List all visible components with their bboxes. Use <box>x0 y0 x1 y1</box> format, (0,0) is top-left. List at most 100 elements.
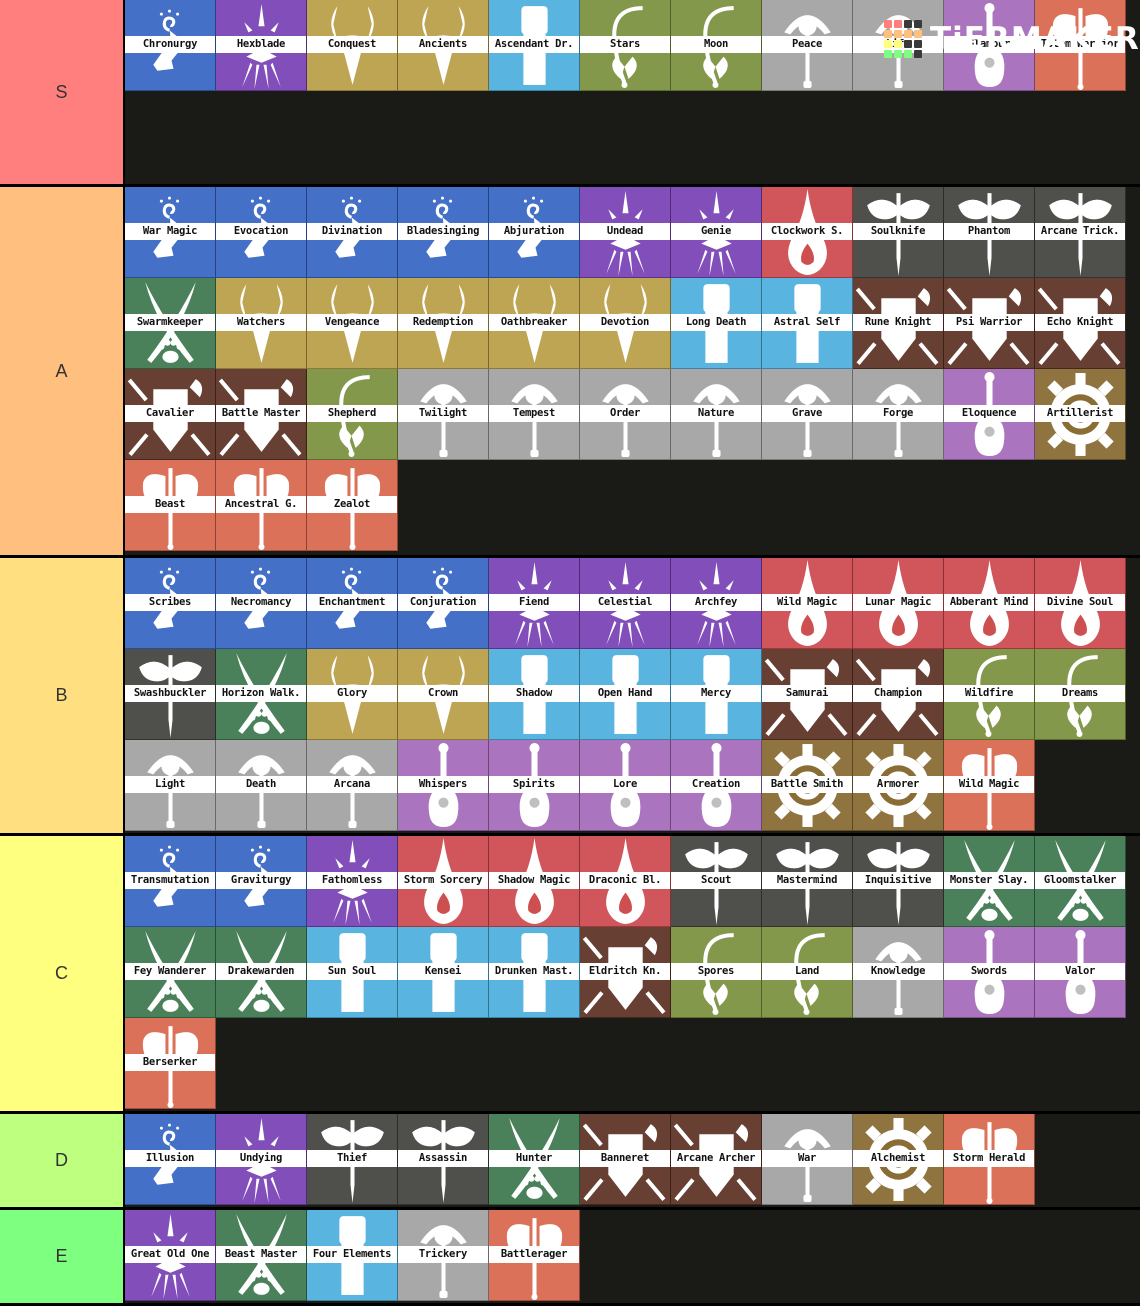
tier-item[interactable]: Nature <box>671 369 762 460</box>
tier-items[interactable]: Scribes Necromancy Enchantment Conjuration F… <box>125 558 1138 833</box>
tier-item[interactable]: Evocation <box>216 187 307 278</box>
tier-items[interactable]: Transmutation Graviturgy Fathomless Storm S… <box>125 836 1138 1111</box>
tier-item[interactable]: Battle Smith <box>762 740 853 831</box>
tier-item[interactable]: Bladesinging <box>398 187 489 278</box>
tier-item[interactable]: Drakewarden <box>216 927 307 1018</box>
tier-item[interactable]: Illusion <box>125 1114 216 1205</box>
tier-item[interactable]: Eldritch Kn. <box>580 927 671 1018</box>
tier-item[interactable]: Death <box>216 740 307 831</box>
tier-item[interactable]: Thief <box>307 1114 398 1205</box>
tier-item[interactable]: Swords <box>944 927 1035 1018</box>
tier-item[interactable]: Drunken Mast. <box>489 927 580 1018</box>
tier-item[interactable]: Redemption <box>398 278 489 369</box>
tier-item[interactable]: Open Hand <box>580 649 671 740</box>
tier-item[interactable]: Devotion <box>580 278 671 369</box>
tier-item[interactable]: Abjuration <box>489 187 580 278</box>
tier-item[interactable]: Hexblade <box>216 0 307 91</box>
tier-item[interactable]: Arcana <box>307 740 398 831</box>
tier-item[interactable]: Echo Knight <box>1035 278 1126 369</box>
tier-item[interactable]: Trickery <box>398 1210 489 1301</box>
tier-items[interactable]: War Magic Evocation Divination Bladesinging… <box>125 187 1138 555</box>
tier-item[interactable]: Zealot <box>307 460 398 551</box>
tier-item[interactable]: Soulknife <box>853 187 944 278</box>
tier-item[interactable]: Artillerist <box>1035 369 1126 460</box>
tier-item[interactable]: Genie <box>671 187 762 278</box>
tier-item[interactable]: Beast Master <box>216 1210 307 1301</box>
tier-item[interactable]: Archfey <box>671 558 762 649</box>
tier-item[interactable]: Beast <box>125 460 216 551</box>
tier-item[interactable]: Battle Master <box>216 369 307 460</box>
tier-item[interactable]: Divine Soul <box>1035 558 1126 649</box>
tier-item[interactable]: Storm Sorcery <box>398 836 489 927</box>
tier-item[interactable]: War Magic <box>125 187 216 278</box>
tier-item[interactable]: Necromancy <box>216 558 307 649</box>
tier-item[interactable]: Long Death <box>671 278 762 369</box>
tier-item[interactable]: Conjuration <box>398 558 489 649</box>
tier-item[interactable]: Samurai <box>762 649 853 740</box>
tier-item[interactable]: Land <box>762 927 853 1018</box>
tier-item[interactable]: Celestial <box>580 558 671 649</box>
tier-item[interactable]: Ancestral G. <box>216 460 307 551</box>
tier-item[interactable]: Chronurgy <box>125 0 216 91</box>
tier-item[interactable]: Psi Warrior <box>944 278 1035 369</box>
tier-item[interactable]: War <box>762 1114 853 1205</box>
tier-item[interactable]: Scout <box>671 836 762 927</box>
tier-item[interactable]: Twilight <box>398 369 489 460</box>
tier-item[interactable]: Forge <box>853 369 944 460</box>
tier-item[interactable]: Rune Knight <box>853 278 944 369</box>
tier-item[interactable]: Eloquence <box>944 369 1035 460</box>
tier-item[interactable]: Spirits <box>489 740 580 831</box>
tier-item[interactable]: Inquisitive <box>853 836 944 927</box>
tier-label[interactable]: B <box>0 558 125 833</box>
tier-item[interactable]: Undying <box>216 1114 307 1205</box>
tier-label[interactable]: E <box>0 1210 125 1303</box>
tier-item[interactable]: Shadow Magic <box>489 836 580 927</box>
tier-item[interactable]: Divination <box>307 187 398 278</box>
tier-item[interactable]: Fathomless <box>307 836 398 927</box>
tier-item[interactable]: Undead <box>580 187 671 278</box>
tier-items[interactable]: Illusion Undying Thief Assassin Hunter Banner… <box>125 1114 1138 1207</box>
tier-item[interactable]: Grave <box>762 369 853 460</box>
tier-item[interactable]: Champion <box>853 649 944 740</box>
tier-item[interactable]: Wild Magic <box>762 558 853 649</box>
tier-item[interactable]: Horizon Walk. <box>216 649 307 740</box>
tier-item[interactable]: Whispers <box>398 740 489 831</box>
tier-item[interactable]: Monster Slay. <box>944 836 1035 927</box>
tier-item[interactable]: Shepherd <box>307 369 398 460</box>
tier-item[interactable]: Creation <box>671 740 762 831</box>
tier-item[interactable]: Gloomstalker <box>1035 836 1126 927</box>
tier-item[interactable]: Crown <box>398 649 489 740</box>
tier-item[interactable]: Hunter <box>489 1114 580 1205</box>
tier-item[interactable]: Alchemist <box>853 1114 944 1205</box>
tier-item[interactable]: Fiend <box>489 558 580 649</box>
tier-item[interactable]: Lunar Magic <box>853 558 944 649</box>
tier-item[interactable]: Clockwork S. <box>762 187 853 278</box>
tier-item[interactable]: Oathbreaker <box>489 278 580 369</box>
tier-item[interactable]: Peace <box>762 0 853 91</box>
tier-label[interactable]: A <box>0 187 125 555</box>
tier-item[interactable]: Stars <box>580 0 671 91</box>
tier-label[interactable]: D <box>0 1114 125 1207</box>
tier-items[interactable]: Great Old One Beast Master Four Elements Tr… <box>125 1210 1138 1303</box>
tier-item[interactable]: Abberant Mind <box>944 558 1035 649</box>
tier-item[interactable]: Armorer <box>853 740 944 831</box>
tier-item[interactable]: Spores <box>671 927 762 1018</box>
tier-item[interactable]: Phantom <box>944 187 1035 278</box>
tier-item[interactable]: Draconic Bl. <box>580 836 671 927</box>
tier-item[interactable]: Watchers <box>216 278 307 369</box>
tier-item[interactable]: Dreams <box>1035 649 1126 740</box>
tier-item[interactable]: Mercy <box>671 649 762 740</box>
tier-label[interactable]: C <box>0 836 125 1111</box>
tier-item[interactable]: Order <box>580 369 671 460</box>
tier-item[interactable]: Enchantment <box>307 558 398 649</box>
tier-item[interactable]: Conquest <box>307 0 398 91</box>
tier-item[interactable]: Storm Herald <box>944 1114 1035 1205</box>
tier-item[interactable]: Moon <box>671 0 762 91</box>
tier-label[interactable]: S <box>0 0 125 184</box>
tier-item[interactable]: Ascendant Dr. <box>489 0 580 91</box>
tier-item[interactable]: Vengeance <box>307 278 398 369</box>
tier-item[interactable]: Fey Wanderer <box>125 927 216 1018</box>
tier-item[interactable]: Light <box>125 740 216 831</box>
tier-item[interactable]: Knowledge <box>853 927 944 1018</box>
tier-item[interactable]: Tempest <box>489 369 580 460</box>
